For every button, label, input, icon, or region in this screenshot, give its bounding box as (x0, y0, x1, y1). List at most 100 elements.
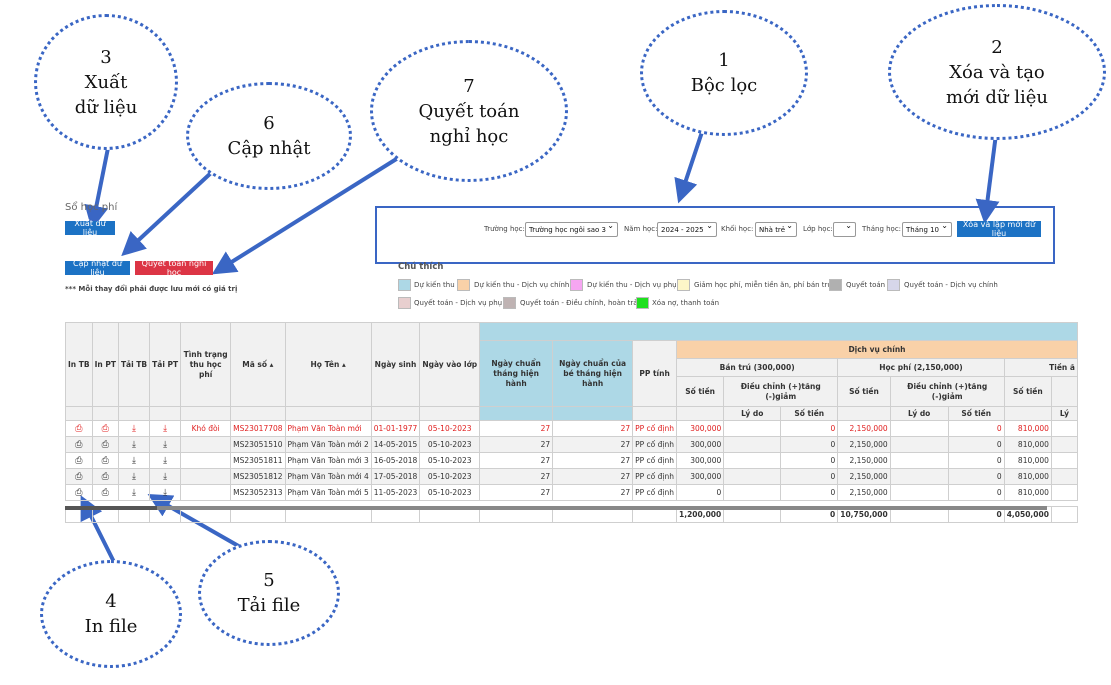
col-tai-tb: Tải TB (117, 322, 151, 407)
download-icon[interactable]: ⤓ (149, 452, 182, 469)
settle-button[interactable]: Quyết toán nghỉ học (135, 259, 213, 277)
download-icon[interactable]: ⤓ (149, 436, 182, 453)
col-tai-pt: Tải PT (149, 322, 182, 407)
reset-data-button[interactable]: Xóa và lập mới dữ liệu (957, 220, 1041, 238)
child-cell[interactable]: 27 (552, 420, 634, 437)
status-cell (180, 452, 232, 469)
name-cell: Phạm Văn Toàn mới 2 (284, 436, 372, 453)
status-cell (180, 484, 232, 501)
legend-swatch (887, 279, 900, 291)
dob-cell: 16-05-2018 (370, 452, 421, 469)
tuition-reason-cell[interactable] (889, 468, 949, 485)
print-icon[interactable]: ⎙ (65, 420, 93, 437)
print-icon[interactable]: ⎙ (91, 420, 119, 437)
callout-text: Tải file (237, 595, 301, 616)
child-cell[interactable]: 27 (552, 468, 634, 485)
boarding-reason-cell[interactable] (723, 468, 782, 485)
col-name[interactable]: Họ Tên ▴ (284, 322, 372, 407)
scrollbar-thumb[interactable] (65, 506, 157, 510)
method-cell: PP cố định (632, 452, 678, 469)
meal-amount-cell: 810,000 (1003, 420, 1052, 437)
meal-reason-cell[interactable] (1050, 484, 1078, 501)
callout-number: 1 (718, 50, 730, 71)
download-icon[interactable]: ⤓ (117, 484, 151, 501)
col-tuition-amount: Số tiền (837, 376, 891, 407)
std-cell: 27 (479, 468, 554, 485)
method-cell: PP cố định (632, 420, 678, 437)
table-row: ⎙ ⎙ ⤓ ⤓ MS23051812 Phạm Văn Toàn mới 4 1… (65, 468, 1078, 485)
print-icon[interactable]: ⎙ (65, 484, 93, 501)
col-enroll: Ngày vào lớp (419, 322, 481, 407)
meal-reason-cell[interactable] (1050, 420, 1078, 437)
download-icon[interactable]: ⤓ (117, 468, 151, 485)
download-icon[interactable]: ⤓ (149, 484, 182, 501)
code-cell: MS23051811 (230, 452, 286, 469)
block-select[interactable]: Nhà trẻ (755, 221, 797, 237)
print-icon[interactable]: ⎙ (65, 452, 93, 469)
tuition-adj-cell[interactable]: 0 (947, 420, 1005, 437)
print-icon[interactable]: ⎙ (91, 436, 119, 453)
tuition-reason-cell[interactable] (889, 436, 949, 453)
col-method: PP tính (632, 340, 678, 407)
col-status: Tình trạng thu học phí (180, 322, 232, 407)
boarding-adj-cell[interactable]: 0 (780, 468, 839, 485)
year-select[interactable]: 2024 - 2025 (657, 221, 717, 237)
print-icon[interactable]: ⎙ (91, 452, 119, 469)
boarding-reason-cell[interactable] (723, 452, 782, 469)
tuition-adj-cell[interactable]: 0 (947, 452, 1005, 469)
print-icon[interactable]: ⎙ (91, 484, 119, 501)
meal-reason-cell[interactable] (1050, 468, 1078, 485)
print-icon[interactable]: ⎙ (65, 468, 93, 485)
page-title: Sổ học phí (65, 202, 118, 213)
tuition-adj-cell[interactable]: 0 (947, 468, 1005, 485)
col-code[interactable]: Mã số ▴ (230, 322, 286, 407)
name-cell: Phạm Văn Toàn mới 4 (284, 468, 372, 485)
download-icon[interactable]: ⤓ (149, 420, 182, 437)
child-cell[interactable]: 27 (552, 484, 634, 501)
tuition-adj-cell[interactable]: 0 (947, 484, 1005, 501)
child-cell[interactable]: 27 (552, 452, 634, 469)
print-icon[interactable]: ⎙ (65, 436, 93, 453)
boarding-reason-cell[interactable] (723, 436, 782, 453)
download-icon[interactable]: ⤓ (117, 420, 151, 437)
child-cell[interactable]: 27 (552, 436, 634, 453)
enroll-cell: 05-10-2023 (419, 420, 481, 437)
code-cell: MS23052313 (230, 484, 286, 501)
tuition-reason-cell[interactable] (889, 484, 949, 501)
col-std-month: Ngày chuẩn tháng hiện hành (479, 340, 554, 407)
callout-text: Xóa và tạo (949, 61, 1045, 83)
class-select[interactable] (833, 221, 856, 237)
update-button[interactable]: Cập nhật dữ liệu (65, 259, 130, 277)
tuition-reason-cell[interactable] (889, 420, 949, 437)
status-cell (180, 468, 232, 485)
meal-reason-cell[interactable] (1050, 436, 1078, 453)
tuition-amount-cell: 2,150,000 (837, 468, 891, 485)
arrow-reset (975, 133, 1000, 224)
boarding-adj-cell[interactable]: 0 (780, 484, 839, 501)
download-icon[interactable]: ⤓ (117, 452, 151, 469)
legend-swatch (829, 279, 842, 291)
boarding-reason-cell[interactable] (723, 484, 782, 501)
legend-title: Chú thích (398, 262, 444, 272)
boarding-adj-cell[interactable]: 0 (780, 420, 839, 437)
export-button[interactable]: Xuất dữ liệu (65, 219, 115, 237)
download-icon[interactable]: ⤓ (117, 436, 151, 453)
legend-label: Giảm học phí, miễn tiền ăn, phí bán trú (694, 281, 832, 289)
meal-reason-cell[interactable] (1050, 452, 1078, 469)
dob-cell: 14-05-2015 (370, 436, 421, 453)
boarding-adj-cell[interactable]: 0 (780, 452, 839, 469)
callout-number: 4 (105, 591, 117, 612)
tuition-adj-cell[interactable]: 0 (947, 436, 1005, 453)
enroll-cell: 05-10-2023 (419, 436, 481, 453)
boarding-adj-cell[interactable]: 0 (780, 436, 839, 453)
horizontal-scrollbar[interactable] (65, 506, 1047, 510)
print-icon[interactable]: ⎙ (91, 468, 119, 485)
month-select[interactable]: Tháng 10 (902, 221, 952, 237)
boarding-reason-cell[interactable] (723, 420, 782, 437)
class-label: Lớp học: (803, 225, 833, 233)
col-boarding-amount: Số tiền (676, 376, 725, 407)
boarding-amount-cell: 300,000 (676, 452, 725, 469)
school-select[interactable]: Trường học ngôi sao 3 (525, 221, 618, 237)
download-icon[interactable]: ⤓ (149, 468, 182, 485)
tuition-reason-cell[interactable] (889, 452, 949, 469)
